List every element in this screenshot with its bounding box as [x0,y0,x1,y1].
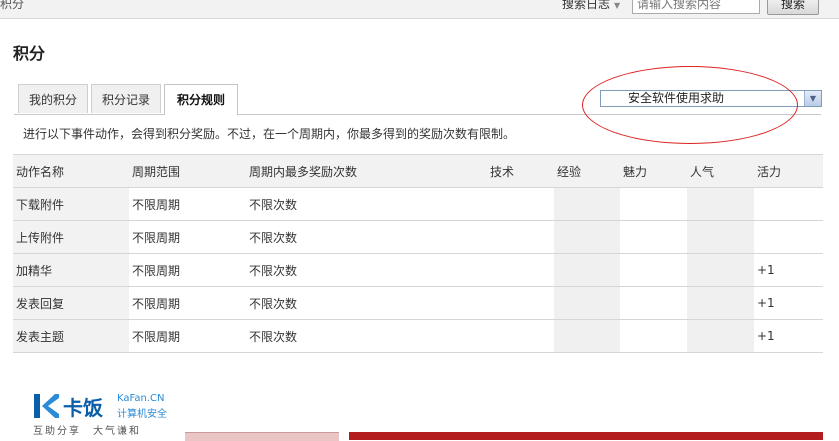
tab-credit-rules[interactable]: 积分规则 [164,84,238,115]
table-cell [554,220,620,254]
table-cell: 加精华 [13,253,129,287]
table-cell: 不限次数 [246,319,487,353]
logo-text-cn: 卡饭 [63,396,103,420]
table-cell [687,187,754,221]
table-cell [554,319,620,353]
search-log-dropdown[interactable]: 搜索日志 ▼ [562,0,620,12]
table-cell: 发表主题 [13,319,129,353]
search-log-label: 搜索日志 [562,0,611,11]
table-cell: 不限周期 [129,187,246,221]
table-cell [554,253,620,287]
column-header: 动作名称 [13,154,129,188]
table-cell [620,286,687,320]
column-header: 周期内最多奖励次数 [246,154,487,188]
logo-slogan: 互助分享 大气谦和 [33,426,141,437]
table-cell [620,220,687,254]
column-header: 周期范围 [129,154,246,188]
top-bar: 积分 搜索日志 ▼ 请输入搜索内容 搜索 [0,0,839,19]
column-header: 经验 [554,154,620,188]
table-cell: +1 [754,253,823,287]
column-header: 活力 [754,154,823,188]
tab-credit-log[interactable]: 积分记录 [91,84,161,113]
table-cell: 不限周期 [129,319,246,353]
table-header-row: 动作名称 周期范围 周期内最多奖励次数 技术 经验 魅力 人气 活力 [13,154,823,188]
table-cell: 下载附件 [13,187,129,221]
table-row: 加精华 不限周期 不限次数 +1 [13,253,823,287]
table-cell [487,253,554,287]
table-cell [487,220,554,254]
table-cell: 不限次数 [246,253,487,287]
table-cell: +1 [754,286,823,320]
column-header: 魅力 [620,154,687,188]
table-cell [620,319,687,353]
logo-subtitle: 计算机安全 [117,409,167,420]
site-logo[interactable]: 卡饭 KaFan.CN 计算机安全 互助分享 大气谦和 [33,390,183,438]
table-cell: 不限周期 [129,220,246,254]
column-header: 人气 [687,154,754,188]
table-cell [487,187,554,221]
table-row: 发表主题 不限周期 不限次数 +1 [13,319,823,353]
table-cell [554,286,620,320]
table-cell: +1 [754,319,823,353]
breadcrumb[interactable]: 积分 [0,0,24,12]
table-cell [754,187,823,221]
table-cell [487,319,554,353]
bottom-banner-right [349,432,823,440]
table-row: 下载附件 不限周期 不限次数 [13,187,823,221]
rules-notice: 进行以下事件动作，会得到积分奖励。不过，在一个周期内，你最多得到的奖励次数有限制… [23,127,516,141]
search-button[interactable]: 搜索 [767,0,819,15]
column-header: 技术 [487,154,554,188]
kafan-logo-icon [34,394,59,418]
table-cell [754,220,823,254]
annotation-ellipse [582,66,798,144]
table-cell [620,253,687,287]
table-cell: 发表回复 [13,286,129,320]
table-cell: 不限次数 [246,286,487,320]
search-input[interactable]: 请输入搜索内容 [632,0,760,14]
tab-my-credits[interactable]: 我的积分 [18,84,88,113]
table-cell [554,187,620,221]
table-row: 上传附件 不限周期 不限次数 [13,220,823,254]
table-cell: 不限周期 [129,253,246,287]
table-cell [687,253,754,287]
chevron-down-icon: ▼ [614,1,621,10]
table-cell [620,187,687,221]
table-cell [487,286,554,320]
table-cell [687,286,754,320]
table-cell [687,319,754,353]
table-cell: 上传附件 [13,220,129,254]
table-cell [687,220,754,254]
rules-table: 动作名称 周期范围 周期内最多奖励次数 技术 经验 魅力 人气 活力 下载附件 … [13,154,823,353]
table-row: 发表回复 不限周期 不限次数 +1 [13,286,823,320]
table-cell: 不限次数 [246,187,487,221]
chevron-down-icon[interactable]: ▼ [804,91,821,106]
table-cell: 不限周期 [129,286,246,320]
page-title: 积分 [13,44,46,63]
logo-text-en: KaFan.CN [117,393,165,404]
table-cell: 不限次数 [246,220,487,254]
